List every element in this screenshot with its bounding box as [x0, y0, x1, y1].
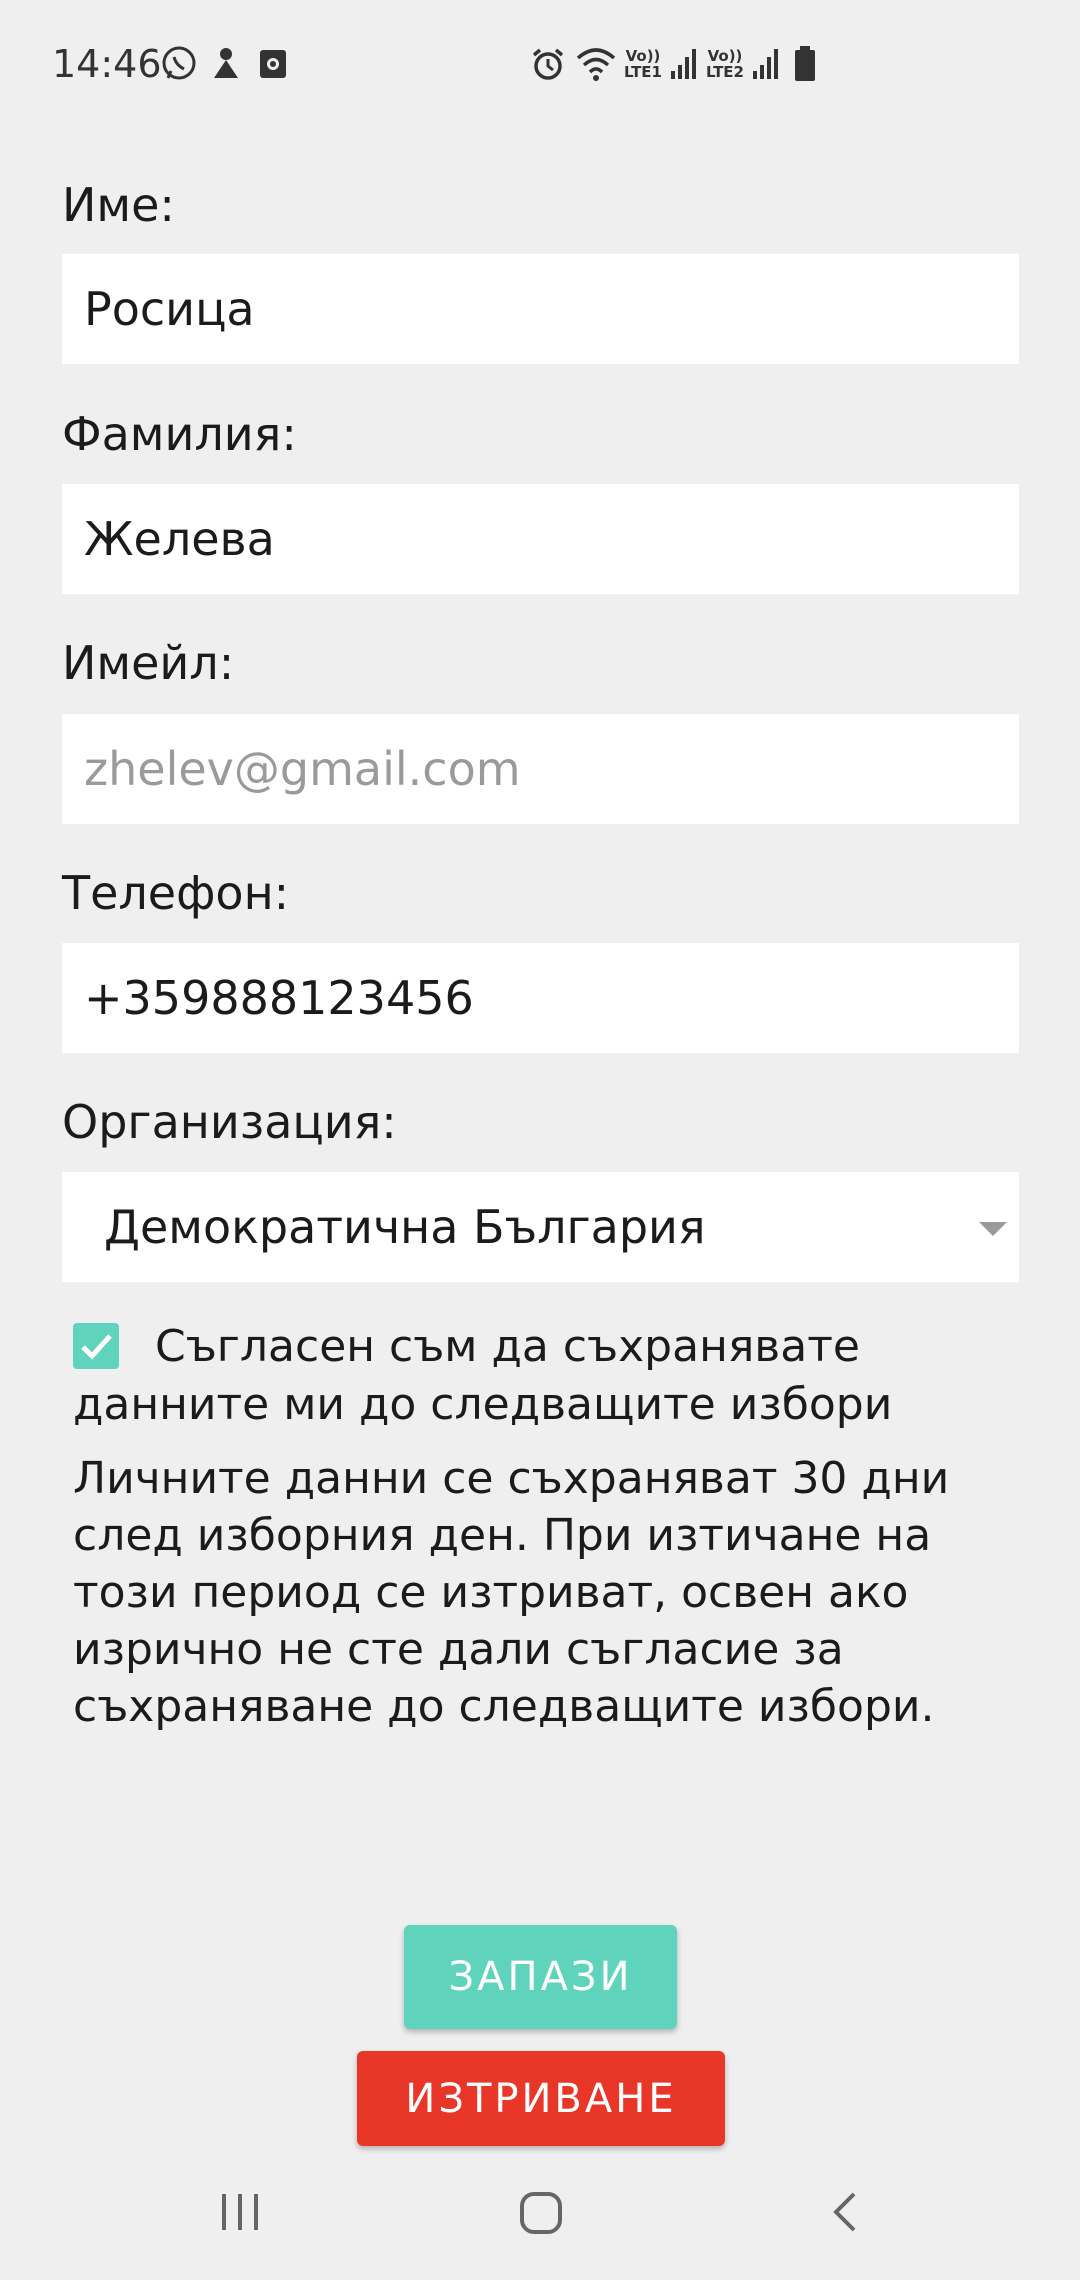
consent-text: Съгласен съм да съхранявате данните ми д…	[73, 1321, 893, 1430]
signal-icon	[670, 44, 696, 84]
notification-icon	[210, 44, 242, 84]
battery-icon	[794, 44, 816, 84]
delete-button[interactable]: ИЗТРИВАНЕ	[357, 2051, 725, 2146]
checkmark-icon	[81, 1334, 112, 1360]
privacy-info-text: Личните данни се съхраняват 30 дни след …	[73, 1453, 950, 1732]
app-icon	[258, 44, 288, 84]
save-button[interactable]: ЗАПАЗИ	[404, 1925, 677, 2029]
status-time: 14:46	[52, 42, 162, 86]
home-icon[interactable]	[518, 2190, 564, 2240]
navigation-bar	[0, 2160, 1080, 2280]
last-name-value: Желева	[84, 512, 275, 566]
consent-row: Съгласен съм да съхранявате данните ми д…	[73, 1318, 973, 1434]
consent-checkbox[interactable]	[73, 1323, 119, 1369]
recent-apps-icon[interactable]	[218, 2190, 262, 2238]
first-name-field[interactable]: Росица	[62, 254, 1019, 364]
email-placeholder: zhelev@gmail.com	[84, 742, 521, 796]
last-name-field[interactable]: Желева	[62, 484, 1019, 594]
back-icon[interactable]	[826, 2190, 862, 2238]
wifi-icon	[576, 44, 616, 84]
organization-label: Организация:	[62, 1095, 397, 1149]
organization-select[interactable]: Демократична България	[62, 1172, 1019, 1282]
phone-value: +359888123456	[84, 971, 474, 1025]
sim2-label: Vo)) LTE2	[706, 47, 744, 81]
phone-label: Телефон:	[62, 866, 290, 920]
email-field[interactable]: zhelev@gmail.com	[62, 714, 1019, 824]
organization-selected: Демократична България	[104, 1200, 706, 1254]
signal-icon	[752, 44, 778, 84]
status-bar: 14:46 Vo)) LTE1 Vo)) LTE2	[0, 0, 1080, 130]
alarm-icon	[530, 44, 566, 84]
email-label: Имейл:	[62, 636, 235, 690]
dropdown-arrow-icon	[979, 1222, 1007, 1236]
phone-field[interactable]: +359888123456	[62, 943, 1019, 1053]
first-name-value: Росица	[84, 282, 255, 336]
first-name-label: Име:	[62, 178, 175, 232]
last-name-label: Фамилия:	[62, 407, 297, 461]
viber-icon	[160, 44, 198, 84]
sim1-label: Vo)) LTE1	[624, 47, 662, 81]
